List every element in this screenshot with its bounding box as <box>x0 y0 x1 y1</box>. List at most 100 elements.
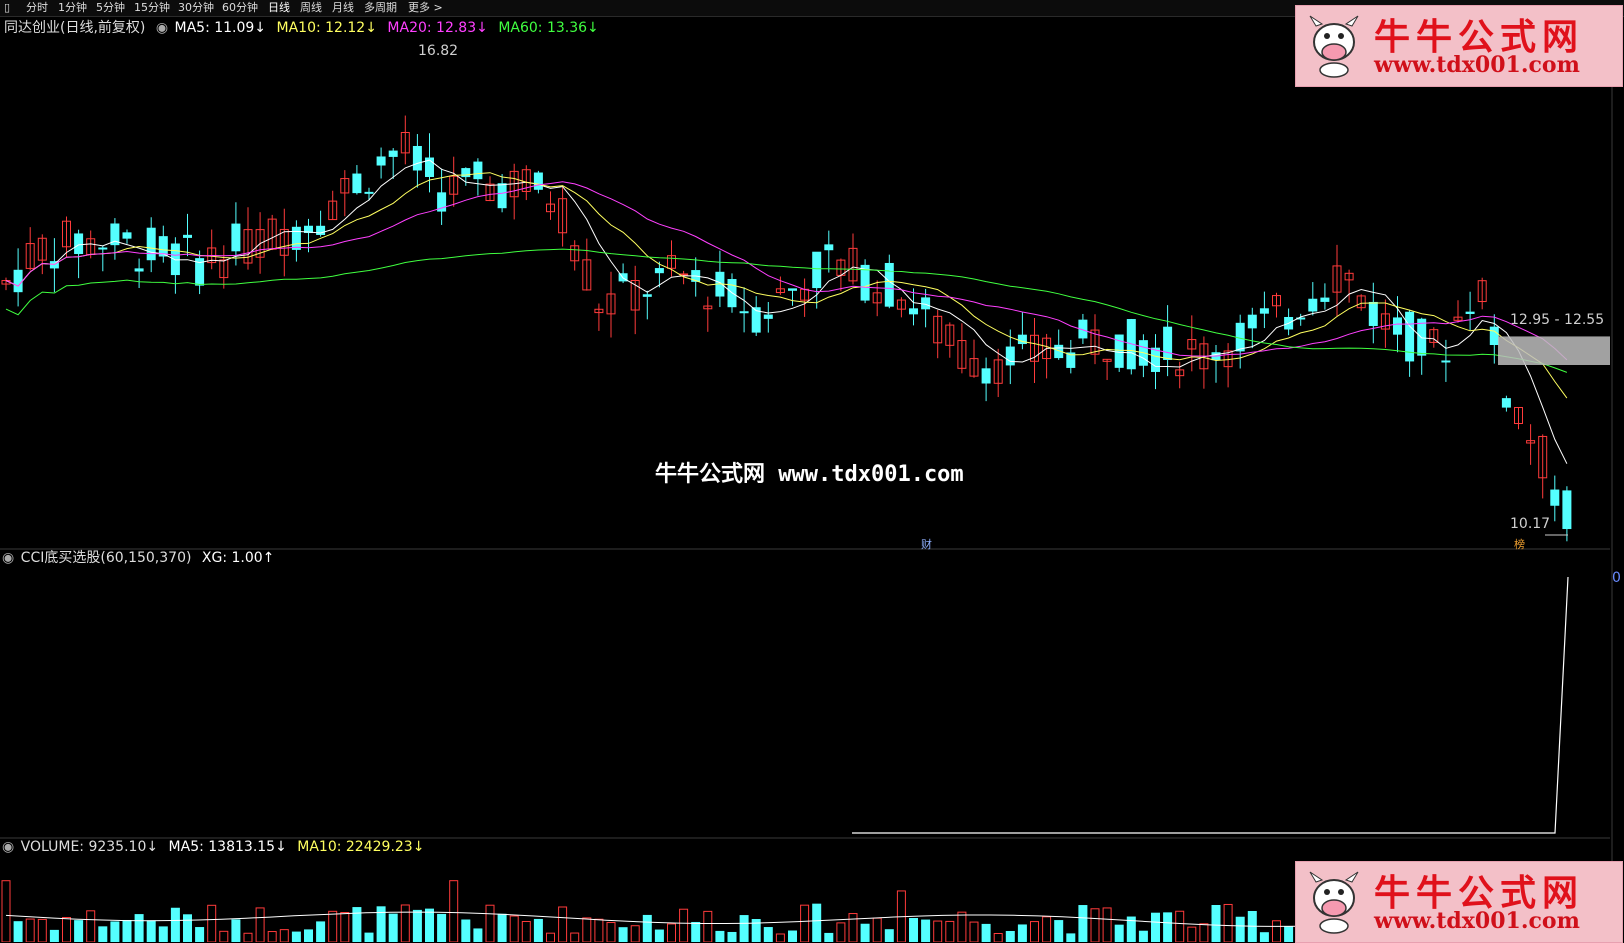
volume-bar <box>509 915 519 942</box>
candle-body <box>824 244 834 251</box>
cci-toggle-icon[interactable]: ◉ <box>2 550 14 566</box>
ma5-line <box>5 159 1568 464</box>
volume-bar <box>1235 916 1245 942</box>
candle-body <box>1465 311 1475 314</box>
volume-bar <box>957 911 967 942</box>
volume-bar <box>1284 926 1294 942</box>
volume-bar <box>654 929 664 942</box>
legend-toggle-icon[interactable]: ◉ <box>156 20 168 36</box>
candle-body <box>1417 318 1427 356</box>
candle-body <box>352 173 362 194</box>
volume-bar <box>1247 910 1257 942</box>
candle-body <box>981 368 991 384</box>
logo-url-text: www.tdx001.com <box>1374 52 1580 78</box>
volume-bar <box>1187 926 1197 942</box>
candle-body <box>412 145 422 171</box>
volume-bar <box>933 920 943 942</box>
candle-body <box>884 262 894 307</box>
volume-bar <box>412 909 422 942</box>
candle-body <box>1501 398 1511 408</box>
volume-bar <box>437 913 447 942</box>
volume-bar <box>860 923 870 942</box>
volume-bar <box>884 929 894 942</box>
candle-body <box>1368 301 1378 326</box>
volume-bar <box>872 917 882 942</box>
volume-bar <box>62 916 71 942</box>
finance-tag[interactable]: 财 <box>921 536 932 552</box>
ma20-label: MA20: 12.83↓ <box>387 20 488 36</box>
cow-mascot-icon <box>1309 871 1359 934</box>
volume-bar <box>485 904 495 942</box>
volume-bar <box>969 921 979 942</box>
volume-bar <box>219 930 229 942</box>
volume-bar <box>1102 907 1112 942</box>
volume-label: VOLUME: 9235.10↓ <box>20 839 159 855</box>
volume-bar <box>570 932 580 942</box>
volume-bar <box>1259 932 1269 942</box>
candle-body <box>183 234 192 238</box>
volume-bar <box>703 910 713 942</box>
volume-bar <box>74 920 84 942</box>
volume-bar <box>1066 933 1076 942</box>
volume-bar <box>679 908 689 942</box>
candle-body <box>376 156 386 166</box>
volume-bar <box>449 880 459 942</box>
volume-bar <box>1114 924 1124 942</box>
candle-body <box>1005 346 1015 366</box>
volume-bar <box>122 919 132 942</box>
volume-bar <box>1272 920 1281 942</box>
volume-bar <box>170 907 180 942</box>
logo-url-text: www.tdx001.com <box>1374 908 1580 934</box>
volume-bar <box>775 933 785 942</box>
xg-signal-line <box>852 576 1569 834</box>
high-price-label: 16.82 <box>418 43 459 59</box>
candle-body <box>13 269 23 293</box>
candle-body <box>812 251 822 289</box>
volume-bar <box>328 910 338 942</box>
volume-bar <box>521 920 531 942</box>
volume-bar <box>146 920 156 942</box>
volume-bar <box>667 923 676 942</box>
volume-bar <box>1 880 11 942</box>
candle-body <box>763 314 773 319</box>
xg-label: XG: 1.00↑ <box>201 550 275 566</box>
volume-bar <box>207 904 217 942</box>
candle-body <box>134 268 144 272</box>
volume-bar <box>255 907 265 942</box>
main-title: 同达创业(日线,前复权) <box>4 20 146 36</box>
candle-body <box>1550 489 1560 506</box>
vol-ma5-label: MA5: 13813.15↓ <box>168 839 287 855</box>
candle-body <box>122 232 132 239</box>
low-price-label: 10.17 <box>1510 516 1551 532</box>
ma10-label: MA10: 12.12↓ <box>276 20 377 36</box>
volume-bar <box>1005 930 1015 942</box>
rank-tag[interactable]: 榜 <box>1514 536 1525 552</box>
volume-bar <box>279 929 289 942</box>
volume-bar <box>800 904 810 942</box>
candle-body <box>788 288 797 291</box>
volume-bar <box>558 906 568 942</box>
volume-bar <box>425 908 434 942</box>
volume-bar <box>993 932 1003 942</box>
volume-bar <box>243 932 253 942</box>
candle-body <box>170 243 180 276</box>
volume-bar <box>630 925 640 942</box>
candle-body <box>291 226 301 250</box>
volume-bar <box>1030 921 1039 942</box>
volume-bar <box>110 921 120 942</box>
volume-bar <box>1054 920 1064 942</box>
candle-body <box>1405 311 1415 362</box>
volume-bar <box>546 932 555 942</box>
volume-bar <box>1138 930 1148 942</box>
volume-bar <box>304 929 313 942</box>
volume-bar <box>1090 908 1100 942</box>
volume-bar <box>618 927 628 942</box>
volume-toggle-icon[interactable]: ◉ <box>2 839 14 855</box>
candle-body <box>533 172 543 190</box>
candle-body <box>231 223 241 252</box>
volume-bar <box>340 911 350 942</box>
volume-bar <box>1223 903 1233 942</box>
volume-bar <box>1211 905 1221 942</box>
brand-logo-bottom: 牛牛公式网 www.tdx001.com <box>1295 861 1623 943</box>
volume-bar <box>388 913 398 942</box>
